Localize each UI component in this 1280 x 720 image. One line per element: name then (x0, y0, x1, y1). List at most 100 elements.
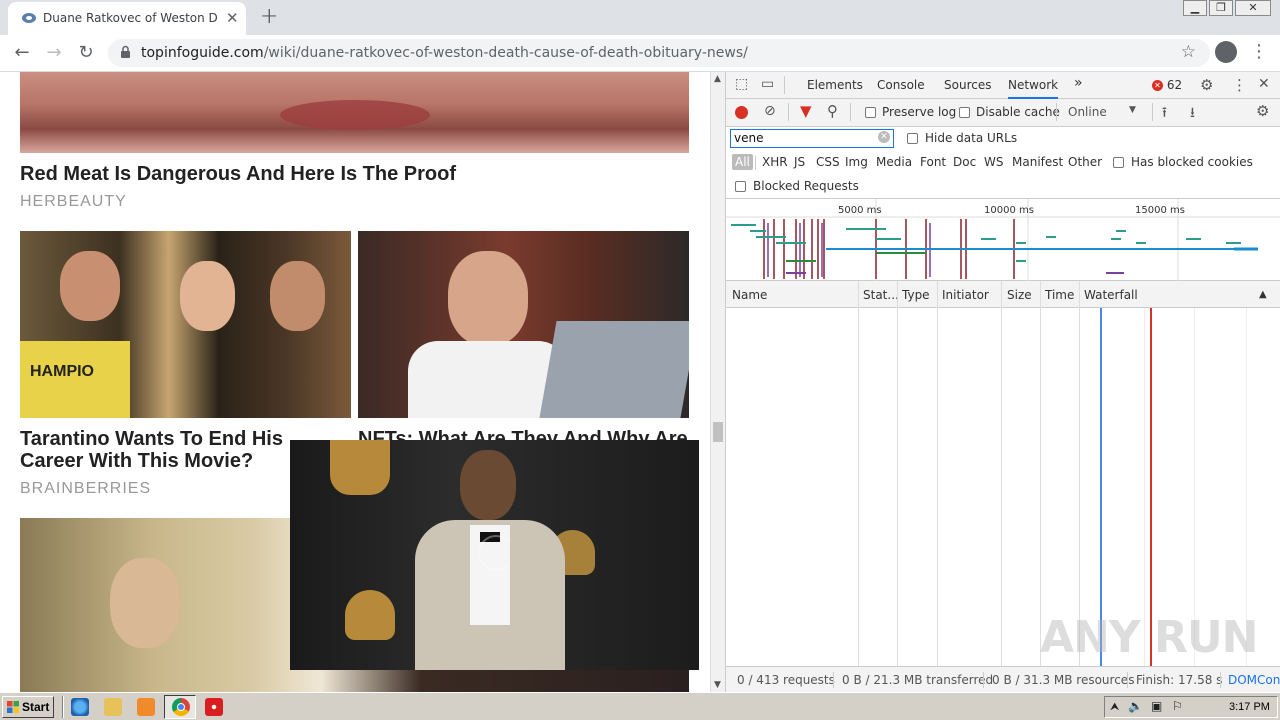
download-har-icon[interactable]: ⭳ (1190, 102, 1195, 126)
error-count: 62 (1166, 78, 1183, 92)
antivirus-icon[interactable] (205, 698, 223, 716)
browser-tab[interactable]: Duane Ratkovec of Weston Death – ✕ (8, 2, 246, 35)
volume-icon[interactable]: 🔈 (1128, 699, 1143, 713)
upload-har-icon[interactable]: ⭱ (1162, 102, 1167, 126)
file-explorer-icon[interactable] (104, 698, 122, 716)
more-tabs-icon[interactable]: » (1074, 75, 1083, 91)
type-filter-all[interactable]: All (732, 154, 753, 170)
page-scrollbar[interactable]: ▲ ▼ (710, 72, 725, 692)
column-waterfall[interactable]: Waterfall (1084, 288, 1138, 302)
column-status[interactable]: Stat... (863, 288, 899, 302)
chrome-icon (172, 698, 190, 716)
sort-up-icon[interactable]: ▲ (1259, 289, 1267, 300)
type-filter-doc[interactable]: Doc (950, 154, 979, 170)
settings-gear-icon[interactable]: ⚙ (1200, 76, 1213, 94)
tab-console[interactable]: Console (877, 78, 925, 92)
filter-funnel-icon[interactable]: ▼ (800, 102, 812, 120)
error-icon: ✕ (1152, 80, 1163, 91)
network-toolbar: ⊘ ▼ ⚲ Preserve log Disable cache Online … (726, 99, 1280, 127)
error-counter[interactable]: ✕ 62 (1152, 78, 1182, 92)
shirt-text: HAMPIO (30, 363, 94, 380)
status-finish: Finish: 17.58 s (1136, 673, 1223, 687)
status-requests: 0 / 413 requests (737, 673, 835, 687)
throttle-select[interactable]: Online (1068, 105, 1107, 119)
disable-cache-label: Disable cache (976, 105, 1060, 119)
timeline-chart: 5000 ms 10000 ms 15000 ms (726, 199, 1280, 281)
tab-elements[interactable]: Elements (807, 78, 863, 92)
forward-arrow-icon[interactable]: → (40, 39, 68, 67)
media-player-icon[interactable] (137, 698, 155, 716)
article-source[interactable]: HERBEAUTY (20, 193, 127, 211)
window-close-button[interactable]: ✕ (1235, 0, 1271, 16)
restore-button[interactable]: ❐ (1209, 0, 1233, 16)
column-name[interactable]: Name (732, 288, 767, 302)
hide-data-urls-label: Hide data URLs (925, 131, 1018, 145)
disable-cache-checkbox[interactable] (959, 107, 970, 118)
kebab-menu-icon[interactable]: ⋮ (1250, 41, 1268, 62)
tick-label: 5000 ms (838, 205, 882, 216)
start-button[interactable]: Start (2, 696, 54, 718)
column-size[interactable]: Size (1007, 288, 1032, 302)
devtools-menu-icon[interactable]: ⋮ (1232, 76, 1247, 94)
article-image-nft[interactable] (358, 231, 689, 418)
device-toolbar-icon[interactable]: ▭ (761, 76, 774, 92)
article-image-top[interactable] (20, 72, 689, 153)
chrome-taskbar-button[interactable] (164, 695, 196, 719)
scroll-thumb[interactable] (713, 422, 723, 442)
tray-expand-icon[interactable]: ⮝ (1110, 700, 1119, 714)
type-filter-font[interactable]: Font (917, 154, 949, 170)
column-initiator[interactable]: Initiator (942, 288, 989, 302)
requests-table-header: Name Stat... Type Initiator Size Time Wa… (726, 281, 1280, 308)
tab-sources[interactable]: Sources (944, 78, 991, 92)
type-filter-css[interactable]: CSS (813, 154, 843, 170)
tick-label: 15000 ms (1135, 205, 1185, 216)
record-icon[interactable] (735, 106, 748, 119)
minimize-button[interactable]: ▁ (1183, 0, 1207, 16)
system-tray: ⮝ 🔈 ▣ ⚐ 3:17 PM (1104, 696, 1278, 718)
bookmark-star-icon[interactable]: ☆ (1181, 42, 1196, 62)
network-settings-gear-icon[interactable]: ⚙ (1256, 102, 1269, 120)
scroll-down-arrow-icon[interactable]: ▼ (714, 680, 721, 690)
has-blocked-cookies-checkbox[interactable] (1113, 157, 1124, 168)
hide-data-urls-checkbox[interactable] (907, 133, 918, 144)
type-filter-manifest[interactable]: Manifest (1009, 154, 1066, 170)
tab-network[interactable]: Network (1008, 78, 1059, 99)
search-icon[interactable]: ⚲ (827, 102, 838, 120)
type-filter-img[interactable]: Img (842, 154, 871, 170)
article-title[interactable]: Red Meat Is Dangerous And Here Is The Pr… (20, 163, 456, 185)
clock[interactable]: 3:17 PM (1229, 701, 1270, 713)
clear-icon[interactable]: ⊘ (764, 103, 776, 119)
profile-avatar-icon[interactable] (1215, 41, 1237, 63)
type-filter-ws[interactable]: WS (981, 154, 1006, 170)
new-tab-button[interactable]: + (260, 4, 278, 29)
type-filter-media[interactable]: Media (873, 154, 915, 170)
network-overview-timeline[interactable]: 5000 ms 10000 ms 15000 ms (726, 199, 1280, 281)
video-player[interactable] (290, 440, 699, 670)
column-time[interactable]: Time (1045, 288, 1074, 302)
type-filter-other[interactable]: Other (1065, 154, 1105, 170)
filter-input[interactable]: vene (730, 129, 894, 148)
type-filter-xhr[interactable]: XHR (759, 154, 791, 170)
reload-icon[interactable]: ↻ (72, 39, 100, 67)
clear-filter-icon[interactable]: ✕ (878, 131, 890, 143)
tick-label: 10000 ms (984, 205, 1034, 216)
network-icon[interactable]: ▣ (1151, 699, 1162, 713)
site-favicon-icon (22, 13, 36, 23)
tab-strip: Duane Ratkovec of Weston Death – ✕ + ▁ ❐… (0, 0, 1280, 35)
address-bar[interactable]: topinfoguide.com/wiki/duane-ratkovec-of-… (108, 39, 1210, 67)
tab-close-icon[interactable]: ✕ (226, 9, 239, 27)
scroll-up-arrow-icon[interactable]: ▲ (714, 74, 721, 84)
action-center-flag-icon[interactable]: ⚐ (1172, 699, 1183, 713)
internet-explorer-icon[interactable] (71, 698, 89, 716)
column-type[interactable]: Type (902, 288, 930, 302)
article-source[interactable]: BRAINBERRIES (20, 480, 151, 498)
back-arrow-icon[interactable]: ← (8, 39, 36, 67)
preserve-log-checkbox[interactable] (865, 107, 876, 118)
blocked-requests-checkbox[interactable] (735, 181, 746, 192)
type-filter-js[interactable]: JS (791, 154, 808, 170)
article-image-movie[interactable]: HAMPIO (20, 231, 351, 418)
chevron-down-icon[interactable]: ▼ (1129, 105, 1136, 115)
devtools-close-icon[interactable]: ✕ (1258, 76, 1270, 92)
inspect-element-icon[interactable]: ⬚ (735, 76, 748, 92)
network-status-bar: 0 / 413 requests 0 B / 21.3 MB transferr… (726, 666, 1280, 692)
